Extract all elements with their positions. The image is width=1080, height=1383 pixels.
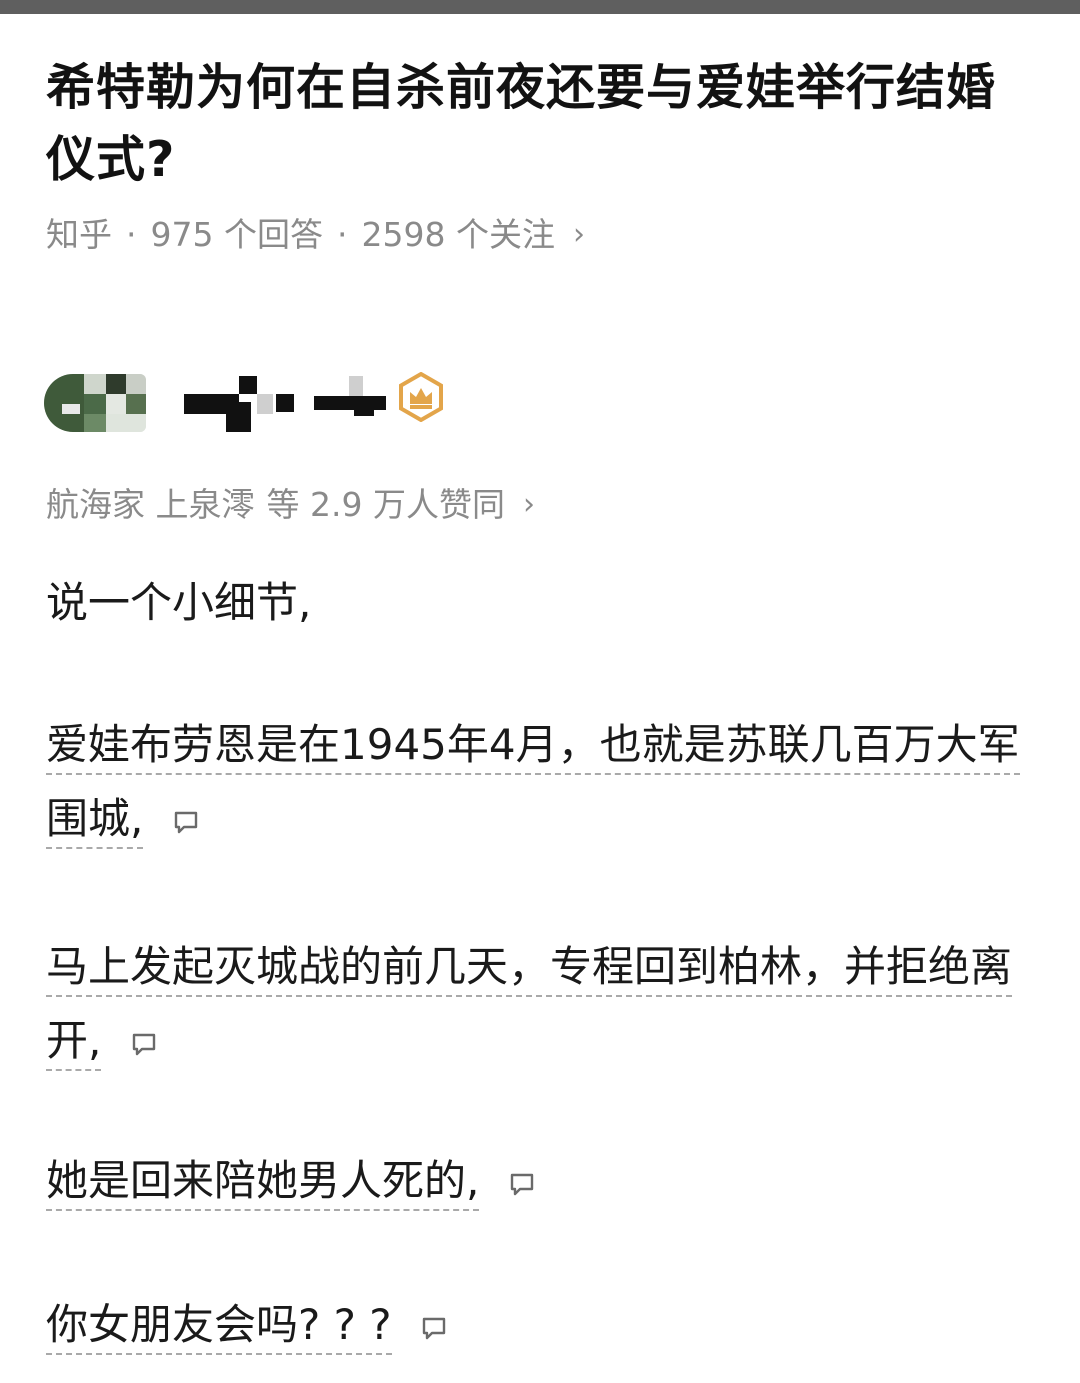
answer-paragraph: 她是回来陪她男人死的, [46, 1144, 1036, 1218]
question-title[interactable]: 希特勒为何在自杀前夜还要与爱娃举行结婚仪式? [46, 52, 1036, 196]
answer-paragraph: 马上发起灭城战的前几天，专程回到柏林，并拒绝离开, [46, 930, 1036, 1078]
underlined-text[interactable]: 她是回来陪她男人死的, [46, 1156, 480, 1211]
upvote-count: 等 2.9 万人赞同 [266, 485, 505, 524]
comment-icon[interactable] [507, 1169, 537, 1199]
comment-icon[interactable] [171, 807, 201, 837]
separator-dot: · [336, 215, 348, 254]
separator-dot: · [126, 215, 137, 254]
answer-count: 975 个回答 [150, 215, 323, 254]
answer-paragraph: 你女朋友会吗? ? ? [46, 1288, 1036, 1362]
answer-paragraph: 说一个小细节, [46, 566, 1036, 640]
author-name-redacted[interactable] [184, 374, 389, 434]
underlined-text[interactable]: 马上发起灭城战的前几天，专程回到柏林，并拒绝离开, [46, 942, 1013, 1071]
question-meta[interactable]: 知乎 · 975 个回答 · 2598 个关注 › [46, 212, 585, 258]
underlined-text[interactable]: 你女朋友会吗? ? ? [46, 1300, 392, 1355]
status-bar [0, 0, 1080, 14]
avatar[interactable] [44, 374, 146, 432]
comment-icon[interactable] [419, 1313, 449, 1343]
comment-icon[interactable] [129, 1029, 159, 1059]
follower-count: 2598 个关注 [361, 215, 555, 254]
paragraph-text: 说一个小细节, [46, 578, 312, 627]
upvoter-names: 航海家 上泉澪 [46, 485, 255, 524]
upvote-summary[interactable]: 航海家 上泉澪 等 2.9 万人赞同 › [46, 482, 535, 528]
source-label: 知乎 [46, 215, 112, 254]
chevron-right-icon: › [522, 487, 535, 522]
chevron-right-icon: › [572, 217, 585, 252]
answer-paragraph: 爱娃布劳恩是在1945年4月，也就是苏联几百万大军围城, [46, 708, 1036, 856]
crown-badge-icon [399, 372, 443, 422]
author-row [44, 360, 644, 440]
